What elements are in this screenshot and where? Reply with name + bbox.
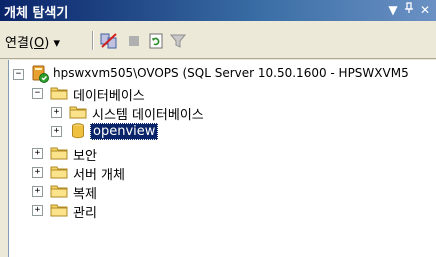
panel-title: 개체 탐색기 <box>4 6 69 21</box>
connect-button[interactable]: 연결(O) ▾ <box>5 32 60 51</box>
close-icon[interactable]: ✕ <box>418 2 432 18</box>
database-icon <box>72 123 84 139</box>
object-tree: − hpswxvm505\OVOPS (SQL Server 10.50.160… <box>8 60 436 257</box>
management-label: 관리 <box>73 206 97 221</box>
connect-dropdown-icon: ▾ <box>53 36 60 51</box>
pin-glyph-icon <box>405 2 413 13</box>
disconnect-icon[interactable] <box>99 31 119 51</box>
toolbar-separator <box>92 31 94 50</box>
pin-icon[interactable] <box>402 2 416 18</box>
filter-icon[interactable] <box>168 31 188 51</box>
folder-icon <box>50 204 68 217</box>
server-icon <box>32 65 49 83</box>
databases-label: 데이터베이스 <box>73 89 145 104</box>
collapse-toggle[interactable]: − <box>32 88 43 99</box>
security-label: 보안 <box>73 149 97 164</box>
toolbar: 연결(O) ▾ <box>0 22 436 59</box>
object-explorer-panel: 개체 탐색기 ▼ ✕ 연결(O) ▾ − hpswxvm505\OVOPS (S… <box>0 0 436 257</box>
refresh-icon[interactable] <box>146 31 166 51</box>
openview-label: openview <box>90 123 159 140</box>
server-label: hpswxvm505\OVOPS (SQL Server 10.50.1600 … <box>53 66 409 80</box>
collapse-toggle[interactable]: − <box>13 69 24 80</box>
expand-toggle[interactable]: + <box>32 186 43 197</box>
folder-icon <box>50 87 68 100</box>
connect-label-prefix: 연결( <box>5 36 34 51</box>
folder-icon <box>69 106 87 119</box>
replication-label: 복제 <box>73 187 97 202</box>
connect-label-key: O <box>34 36 45 51</box>
expand-toggle[interactable]: + <box>32 148 43 159</box>
title-bar: 개체 탐색기 ▼ ✕ <box>0 0 436 21</box>
stop-icon[interactable] <box>124 31 144 51</box>
expand-toggle[interactable]: + <box>51 107 62 118</box>
connect-label-suffix: ) <box>44 36 50 51</box>
folder-icon <box>50 166 68 179</box>
expand-toggle[interactable]: + <box>32 205 43 216</box>
expand-toggle[interactable]: + <box>51 126 62 137</box>
folder-icon <box>50 147 68 160</box>
server-objects-label: 서버 개체 <box>73 168 125 183</box>
window-position-dropdown-icon[interactable]: ▼ <box>386 2 400 18</box>
system-databases-label: 시스템 데이터베이스 <box>92 108 204 123</box>
folder-icon <box>50 185 68 198</box>
expand-toggle[interactable]: + <box>32 167 43 178</box>
